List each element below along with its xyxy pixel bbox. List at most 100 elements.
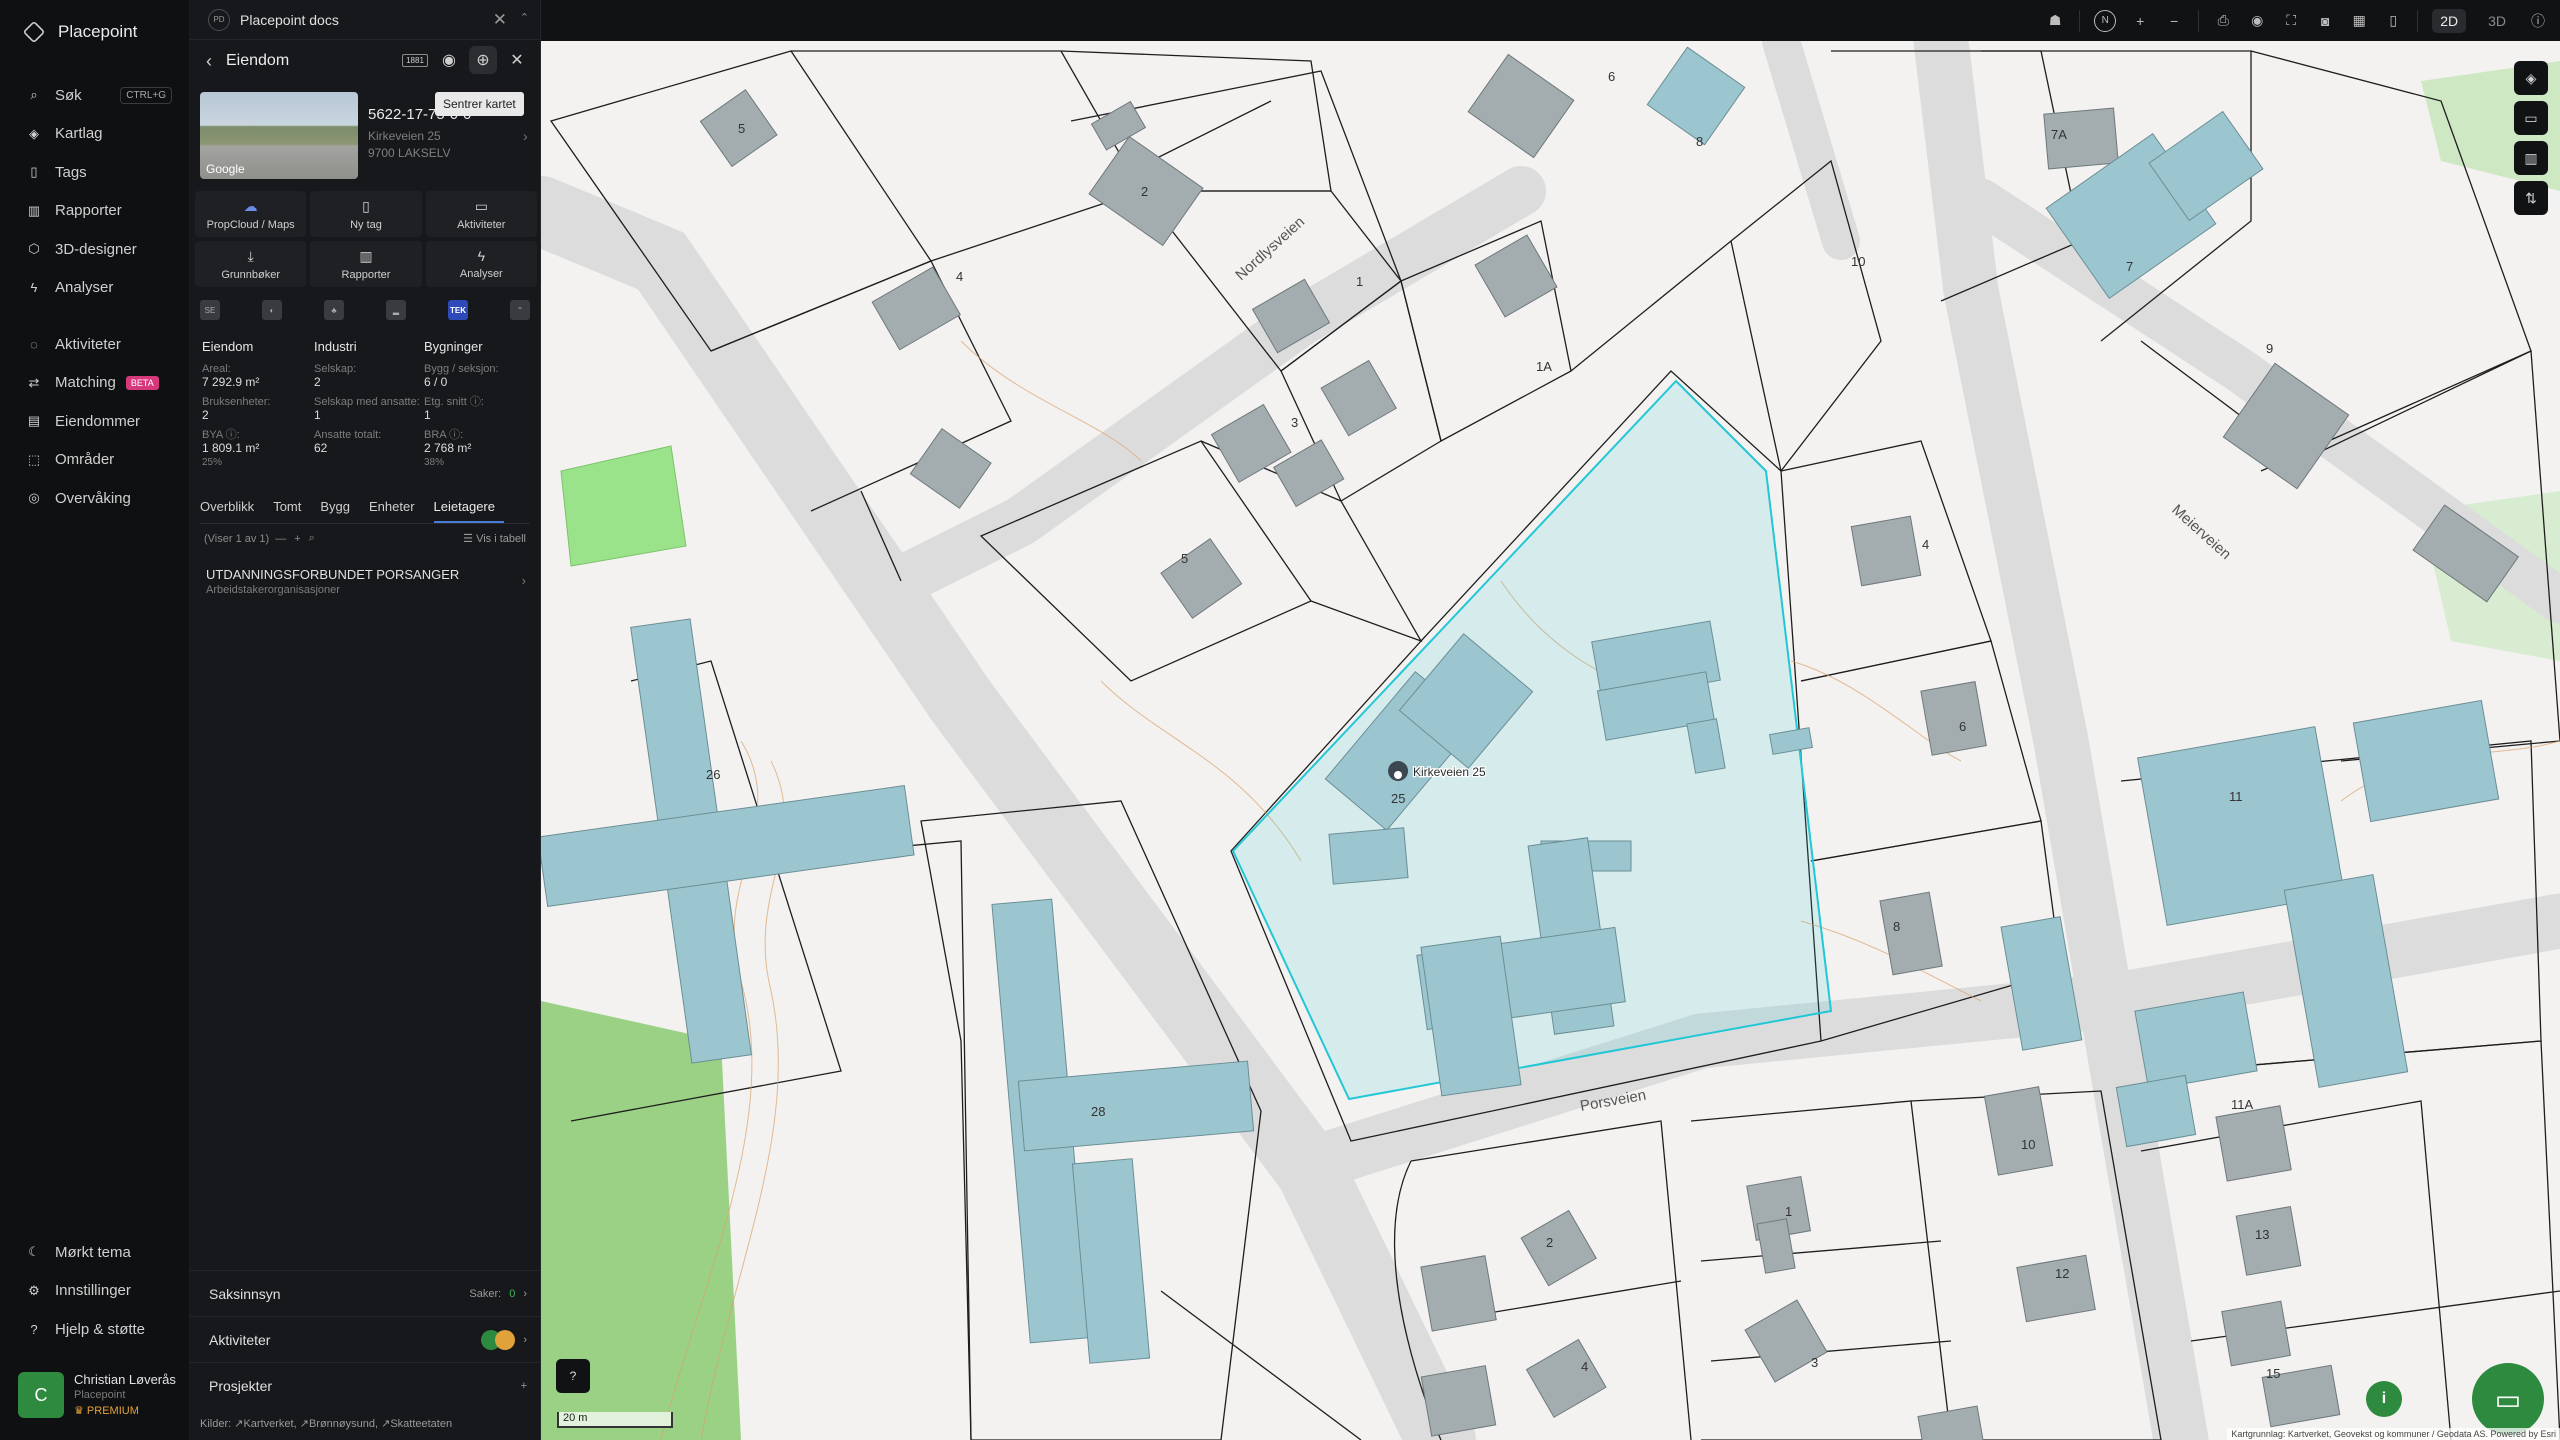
scale-bar: 20 m	[557, 1412, 673, 1428]
print-icon[interactable]: ⎙	[2213, 11, 2233, 31]
tab-bygg[interactable]: Bygg	[320, 497, 359, 523]
nav-item-aktiviteter[interactable]: ◌ Aktiviteter	[0, 325, 190, 364]
user-plan: ♛ PREMIUM	[74, 1404, 176, 1417]
workspace-title: Placepoint docs	[240, 11, 339, 28]
nav-item-help[interactable]: ? Hjelp & støtte	[0, 1310, 190, 1349]
close-icon: ✕	[510, 52, 524, 69]
map-help-button[interactable]: ?	[556, 1359, 590, 1393]
section-prosjekter[interactable]: Prosjekter +	[190, 1362, 541, 1408]
source-more-icon[interactable]: ⌃	[510, 300, 530, 320]
grid-icon[interactable]: ▦	[2349, 11, 2369, 31]
fullscreen-icon[interactable]: ⛶	[2281, 11, 2301, 31]
tool-1881-button[interactable]: 1881	[401, 46, 429, 74]
brand[interactable]: Placepoint	[22, 20, 137, 44]
placepoint-logo-icon	[22, 20, 46, 44]
source-globe-icon[interactable]: ◐	[262, 300, 282, 320]
user-profile[interactable]: C Christian Løverås Placepoint ♛ PREMIUM	[18, 1372, 176, 1418]
nav-item-kartlag[interactable]: ◈ Kartlag	[0, 115, 190, 154]
ruler-icon: ▭	[2524, 109, 2538, 126]
action-grid: ☁ PropCloud / Maps ▯ Ny tag ▭ Aktiviteter ⤓…	[195, 191, 537, 287]
info-button[interactable]: i	[2366, 1381, 2402, 1417]
robot-icon[interactable]: ☗	[2045, 11, 2065, 31]
stat-value: 62	[314, 441, 328, 455]
plus-icon[interactable]: +	[294, 533, 300, 545]
eye-icon[interactable]: ◉	[2247, 11, 2267, 31]
info-icon[interactable]: ⓘ	[2528, 11, 2548, 31]
zoom-in-icon[interactable]: +	[2130, 11, 2150, 31]
close-panel-button[interactable]: ✕	[503, 46, 531, 74]
nav-item-omrader[interactable]: ⬚ Områder	[0, 441, 190, 480]
section-saksinnsyn[interactable]: Saksinnsyn Saker: 0 ›	[190, 1270, 541, 1316]
minus-icon[interactable]: —	[275, 533, 286, 545]
tab-tomt[interactable]: Tomt	[273, 497, 310, 523]
tool-badge: 1881	[402, 53, 428, 67]
compass-icon[interactable]: N	[2094, 9, 2117, 32]
close-icon[interactable]: ✕	[493, 10, 507, 30]
house-number: 11	[2229, 789, 2243, 804]
bookmark-icon[interactable]: ▯	[2383, 11, 2403, 31]
stat-label: Ansatte totalt:	[314, 429, 382, 441]
source-bars-icon[interactable]: ▂	[386, 300, 406, 320]
tab-enheter[interactable]: Enheter	[369, 497, 424, 523]
source-link[interactable]: ↗Skatteetaten	[381, 1418, 452, 1430]
street-view-photo[interactable]: Google	[200, 92, 358, 179]
view-3d-button[interactable]: 3D	[2480, 9, 2514, 33]
nav-item-3d-designer[interactable]: ⬡ 3D-designer	[0, 230, 190, 269]
back-icon[interactable]: ‹	[206, 51, 212, 72]
source-link[interactable]: ↗Kartverket,	[234, 1418, 296, 1430]
source-link[interactable]: ↗Brønnøysund,	[300, 1418, 378, 1430]
search-icon: ⌕	[30, 87, 38, 103]
chevron-right-icon[interactable]: ›	[523, 128, 528, 144]
new-tag-button[interactable]: ▯ Ny tag	[310, 191, 422, 237]
camera-icon[interactable]: ◙	[2315, 11, 2335, 31]
house-number: 4	[956, 269, 963, 284]
nav-item-search[interactable]: ⌕ Søk CTRL+G	[0, 76, 190, 115]
nav-item-analyser[interactable]: ϟ Analyser	[0, 269, 190, 308]
chevron-right-icon: ›	[521, 573, 526, 588]
bar-chart-icon: ▥	[359, 247, 373, 264]
table-view-link[interactable]: ☰ Vis i tabell	[463, 532, 526, 545]
house-number: 12	[2055, 1266, 2069, 1281]
workspace-bar[interactable]: PD Placepoint docs ✕ ⌃	[190, 0, 541, 40]
tab-leietagere[interactable]: Leietagere	[433, 497, 504, 523]
view-2d-button[interactable]: 2D	[2432, 8, 2467, 33]
zoom-out-icon[interactable]: −	[2164, 11, 2184, 31]
nav-item-tags[interactable]: ▯ Tags	[0, 153, 190, 192]
nav-item-eiendommer[interactable]: ▤ Eiendommer	[0, 402, 190, 441]
list-item[interactable]: UTDANNINGSFORBUNDET PORSANGER Arbeidstak…	[206, 567, 526, 596]
map-canvas[interactable]: 5 6 8 2 7A 1 10 4 3 1A 7 9 5 3 4 25 26 6…	[541, 41, 2560, 1440]
source-tek-icon[interactable]: TEK	[448, 300, 468, 320]
chevron-updown-icon[interactable]: ⌃	[520, 11, 529, 24]
activities-button[interactable]: ▭ Aktiviteter	[425, 191, 537, 237]
map-tool-measure-button[interactable]: ▭	[2514, 101, 2548, 135]
source-se-icon[interactable]: SE	[200, 300, 220, 320]
nav-item-dark-theme[interactable]: ☾ Mørkt tema	[0, 1233, 190, 1272]
plus-icon[interactable]: +	[521, 1380, 527, 1392]
eye-icon[interactable]: ◉	[435, 46, 463, 74]
bookmark-icon: ▯	[30, 164, 38, 180]
center-map-button[interactable]: ⊕	[469, 46, 497, 74]
nav-item-matching[interactable]: ⇄ Matching BETA	[0, 364, 190, 403]
search-icon[interactable]: ⌕	[309, 532, 315, 545]
reports-button[interactable]: ▥ Rapporter	[310, 241, 422, 287]
stat-value: 1	[424, 408, 431, 422]
map-tool-stats-button[interactable]: ⇅	[2514, 181, 2548, 215]
map-tool-chart-button[interactable]: ▥	[2514, 141, 2548, 175]
source-leaf-icon[interactable]: ♣	[324, 300, 344, 320]
house-number: 3	[1811, 1355, 1818, 1370]
house-number: 6	[1608, 69, 1615, 84]
map-tool-layers-button[interactable]: ◈	[2514, 61, 2548, 95]
grunnboker-button[interactable]: ⤓ Grunnbøker	[195, 241, 307, 287]
nav-item-overvaking[interactable]: ◎ Overvåking	[0, 479, 190, 518]
action-label: Aktiviteter	[457, 218, 506, 231]
nav-items: ⌕ Søk CTRL+G ◈ Kartlag ▯ Tags ▥ Rapporter ⬡ 3D…	[0, 76, 190, 518]
nav-item-settings[interactable]: ⚙ Innstillinger	[0, 1272, 190, 1311]
nav-item-rapporter[interactable]: ▥ Rapporter	[0, 192, 190, 231]
chat-button[interactable]: ▭	[2472, 1363, 2544, 1435]
section-aktiviteter[interactable]: Aktiviteter ›	[190, 1316, 541, 1362]
propcloud-button[interactable]: ☁ PropCloud / Maps	[195, 191, 307, 237]
analyze-button[interactable]: ϟ Analyser	[425, 241, 537, 287]
section-label: Prosjekter	[209, 1377, 273, 1394]
tab-overblikk[interactable]: Overblikk	[200, 497, 263, 523]
nav-label: Rapporter	[55, 202, 122, 220]
